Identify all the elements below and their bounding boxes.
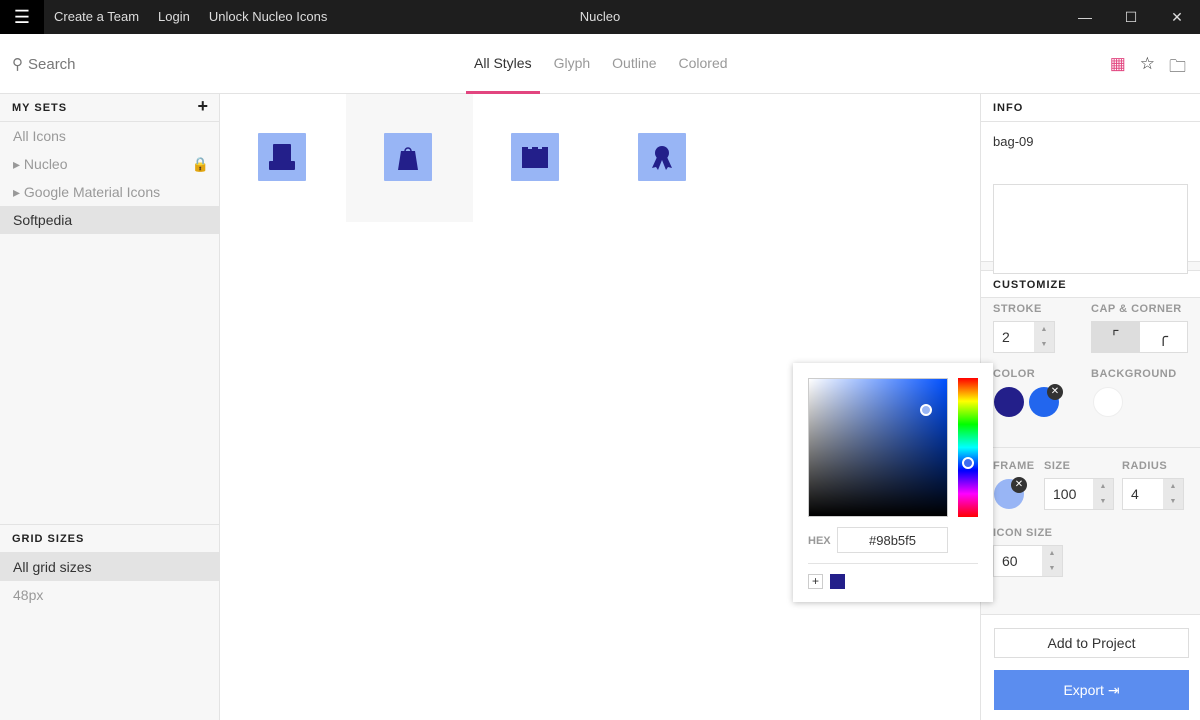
tab-glyph[interactable]: Glyph xyxy=(546,34,599,94)
color-label: COLOR xyxy=(993,368,1036,380)
tab-colored[interactable]: Colored xyxy=(671,34,736,94)
icon-size-value: 60 xyxy=(1002,553,1018,569)
stroke-input[interactable]: 2 ▲ ▼ xyxy=(993,321,1055,353)
icon-size-stepper[interactable]: ▲ ▼ xyxy=(1042,546,1062,576)
sidebar-item-all-icons[interactable]: All Icons xyxy=(0,122,219,150)
primary-color-swatch[interactable] xyxy=(994,387,1024,417)
export-button[interactable]: Export ⇥ xyxy=(994,670,1189,710)
frame-label: FRAME xyxy=(993,460,1035,472)
my-sets-title: MY SETS xyxy=(12,102,68,114)
info-header: INFO xyxy=(981,94,1200,122)
star-icon[interactable]: ☆ xyxy=(1140,54,1155,83)
icon-size-input[interactable]: 60 ▲ ▼ xyxy=(993,545,1063,577)
grid-sizes-header: GRID SIZES xyxy=(0,525,219,553)
round-corner-button[interactable]: ╭ xyxy=(1139,322,1187,352)
sidebar-item-google-material[interactable]: ▸ Google Material Icons xyxy=(0,178,219,206)
icon-preview xyxy=(993,184,1188,274)
right-panel: INFO bag-09 CUSTOMIZE STROKE 2 ▲ ▼ CAP & C… xyxy=(980,94,1200,720)
add-to-project-button[interactable]: Add to Project xyxy=(994,628,1189,658)
size-value: 100 xyxy=(1053,486,1077,502)
cap-corner-label: CAP & CORNER xyxy=(1091,303,1182,315)
radius-stepper[interactable]: ▲ ▼ xyxy=(1163,479,1183,509)
award-ribbon-icon xyxy=(652,146,672,170)
search-icon: ⚲ xyxy=(12,56,23,73)
customize-header: CUSTOMIZE xyxy=(981,270,1200,298)
icon-size-label: ICON SIZE xyxy=(993,527,1053,539)
size-stepper[interactable]: ▲ ▼ xyxy=(1093,479,1113,509)
minimize-icon[interactable]: — xyxy=(1062,0,1108,34)
tab-outline[interactable]: Outline xyxy=(604,34,664,94)
hamburger-menu-icon[interactable]: ☰ xyxy=(0,0,44,34)
background-label: BACKGROUND xyxy=(1091,368,1177,380)
close-icon[interactable]: ✕ xyxy=(1154,0,1200,34)
export-label: Export xyxy=(1063,682,1104,698)
search-input[interactable]: ⚲ Search xyxy=(12,55,76,74)
size-input[interactable]: 100 ▲ ▼ xyxy=(1044,478,1114,510)
tab-all-styles[interactable]: All Styles xyxy=(466,34,540,94)
radius-label: RADIUS xyxy=(1122,460,1168,472)
toolbar: ⚲ Search All Styles Glyph Outline Colored… xyxy=(0,34,1200,94)
size-label: SIZE xyxy=(1044,460,1071,472)
hat-icon xyxy=(269,144,295,170)
my-sets-header: MY SETS + xyxy=(0,94,219,122)
grid-size-48[interactable]: 48px xyxy=(0,581,219,609)
radius-value: 4 xyxy=(1131,486,1139,502)
folder-icon[interactable]: 🗀 xyxy=(1169,54,1186,83)
export-icon: ⇥ xyxy=(1107,682,1120,698)
grid-size-all[interactable]: All grid sizes xyxy=(0,553,219,581)
remove-color-icon[interactable]: ✕ xyxy=(1047,384,1063,400)
saved-swatch[interactable] xyxy=(830,574,845,589)
square-corner-button[interactable]: ⌜ xyxy=(1092,322,1140,352)
sidebar-item-nucleo[interactable]: ▸ Nucleo 🔒 xyxy=(0,150,219,178)
icon-cell-castle[interactable] xyxy=(473,94,600,222)
icon-cell-bag[interactable] xyxy=(346,94,473,222)
icon-cell-hat[interactable] xyxy=(220,94,347,222)
icon-name: bag-09 xyxy=(993,134,1034,149)
stroke-label: STROKE xyxy=(993,303,1042,315)
unlock-link[interactable]: Unlock Nucleo Icons xyxy=(209,9,328,24)
background-color-swatch[interactable] xyxy=(1093,387,1123,417)
create-team-link[interactable]: Create a Team xyxy=(54,9,139,24)
icon-cell-award[interactable] xyxy=(600,94,727,222)
color-picker-popup: HEX #98b5f5 + xyxy=(793,363,993,602)
radius-input[interactable]: 4 ▲ ▼ xyxy=(1122,478,1184,510)
login-link[interactable]: Login xyxy=(158,9,190,24)
grid-view-icon[interactable]: ▦ xyxy=(1110,54,1126,83)
bag-icon xyxy=(398,147,418,170)
stroke-stepper[interactable]: ▲ ▼ xyxy=(1034,322,1054,352)
hex-input[interactable]: #98b5f5 xyxy=(837,527,948,553)
lock-icon: 🔒 xyxy=(191,156,209,172)
hex-label: HEX xyxy=(808,535,831,547)
stroke-value: 2 xyxy=(1002,329,1010,345)
castle-icon xyxy=(522,147,548,168)
google-label: Google Material Icons xyxy=(23,184,161,200)
nucleo-label: Nucleo xyxy=(23,156,68,172)
hue-slider[interactable] xyxy=(958,378,978,517)
add-swatch-icon[interactable]: + xyxy=(808,574,823,589)
saturation-handle[interactable] xyxy=(920,404,932,416)
maximize-icon[interactable]: ☐ xyxy=(1108,0,1154,34)
sidebar: MY SETS + All Icons ▸ Nucleo 🔒 ▸ Google Ma… xyxy=(0,94,220,720)
search-placeholder: Search xyxy=(28,55,76,73)
title-bar: ☰ Create a Team Login Unlock Nucleo Icon… xyxy=(0,0,1200,34)
hue-handle[interactable] xyxy=(962,457,974,469)
remove-frame-icon[interactable]: ✕ xyxy=(1011,477,1027,493)
add-set-icon[interactable]: + xyxy=(197,96,209,117)
saturation-area[interactable] xyxy=(808,378,948,517)
sidebar-item-softpedia[interactable]: Softpedia xyxy=(0,206,219,234)
